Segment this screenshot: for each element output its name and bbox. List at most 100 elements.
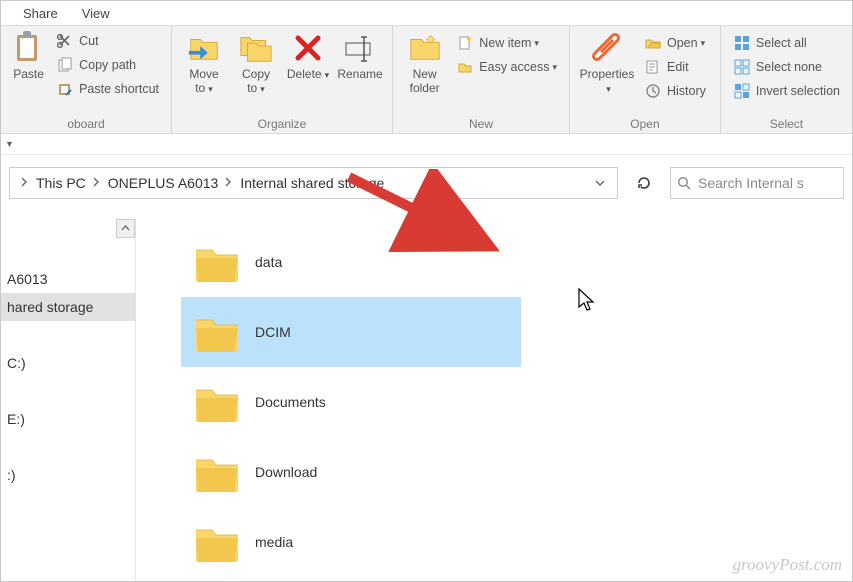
folder-item[interactable]: Documents [181,367,521,437]
ribbon-group-open: Properties▾ Open▾ Edit [570,26,721,133]
search-icon [677,176,692,191]
folder-label: media [255,534,293,550]
ribbon-tabs: Share View [1,1,852,25]
chevron-right-icon[interactable] [19,177,31,189]
copy-path-icon [56,56,74,74]
select-all-button[interactable]: Select all [727,31,846,55]
select-none-label: Select none [756,60,822,74]
tree-node-device[interactable]: A6013 [1,265,135,293]
history-button[interactable]: History [638,79,712,103]
rename-icon [343,31,377,65]
quick-access-subbar: ▼ [1,134,852,155]
chevron-down-icon[interactable]: ▼ [5,139,14,149]
explorer-body: A6013 hared storage C:) E:) :) data [1,219,852,581]
ribbon-group-new: Newfolder New item▾ Easy access▾ [393,26,570,133]
tree-node-drive[interactable]: :) [1,461,135,489]
properties-button[interactable]: Properties▾ [576,29,638,96]
history-icon [644,82,662,100]
open-icon [644,34,662,52]
easy-access-icon [456,58,474,76]
delete-label: Delete▾ [287,67,329,82]
folder-item[interactable]: mipush [181,577,521,581]
scroll-up-button[interactable] [116,219,135,238]
edit-button[interactable]: Edit [638,55,712,79]
file-list[interactable]: data DCIM Documents Downlo [136,219,852,581]
select-group-label: Select [727,115,846,132]
chevron-right-icon[interactable] [91,177,103,189]
rename-label: Rename [337,67,382,81]
open-group-label: Open [576,115,714,132]
file-explorer-window: Share View Paste Cut [0,0,853,582]
tree-node-c-drive[interactable]: C:) [1,349,135,377]
paste-shortcut-button[interactable]: Paste shortcut [50,77,165,101]
paste-shortcut-icon [56,80,74,98]
open-button[interactable]: Open▾ [638,31,712,55]
tab-share[interactable]: Share [11,3,70,25]
edit-icon [644,58,662,76]
tree-node-storage[interactable]: hared storage [1,293,135,321]
paste-icon [12,31,46,65]
paste-label: Paste [13,67,44,81]
copy-path-label: Copy path [79,58,136,72]
invert-selection-label: Invert selection [756,84,840,98]
cut-button[interactable]: Cut [50,29,165,53]
copy-to-label: Copyto▾ [242,67,270,96]
easy-access-button[interactable]: Easy access▾ [450,55,563,79]
tree-empty-row [1,377,135,405]
ribbon-group-select: Select all Select none Invert selection [721,26,852,133]
folder-label: data [255,254,282,270]
easy-access-label: Easy access [479,60,549,74]
ribbon-group-clipboard: Paste Cut Copy path [1,26,172,133]
ribbon-group-organize: Moveto▾ Copyto▾ Delete▾ [172,26,393,133]
new-item-label: New item [479,36,531,50]
folder-icon [191,306,243,358]
breadcrumb-device[interactable]: ONEPLUS A6013 [106,175,221,191]
folder-item[interactable]: DCIM [181,297,521,367]
new-item-button[interactable]: New item▾ [450,31,563,55]
tree-empty-row [1,321,135,349]
rename-button[interactable]: Rename [334,29,386,81]
move-to-button[interactable]: Moveto▾ [178,29,230,96]
open-label: Open [667,36,698,50]
navigation-tree[interactable]: A6013 hared storage C:) E:) :) [1,219,136,581]
folder-item[interactable]: media [181,507,521,577]
breadcrumb-storage[interactable]: Internal shared storage [238,175,386,191]
select-none-icon [733,58,751,76]
tab-view[interactable]: View [70,3,122,25]
new-item-icon [456,34,474,52]
search-placeholder: Search Internal s [698,175,804,191]
organize-group-label: Organize [178,115,386,132]
move-to-label: Moveto▾ [189,67,218,96]
folder-icon [191,236,243,288]
clipboard-group-label: oboard [7,115,165,132]
watermark: groovyPost.com [733,555,842,575]
search-box[interactable]: Search Internal s [670,167,844,199]
new-folder-label: Newfolder [410,67,440,95]
invert-selection-button[interactable]: Invert selection [727,79,846,103]
address-bar[interactable]: This PC ONEPLUS A6013 Internal shared st… [9,167,618,199]
delete-icon [291,31,325,65]
chevron-right-icon[interactable] [223,177,235,189]
select-none-button[interactable]: Select none [727,55,846,79]
address-row: This PC ONEPLUS A6013 Internal shared st… [1,155,852,209]
refresh-button[interactable] [628,168,660,198]
address-dropdown[interactable] [589,178,611,188]
edit-label: Edit [667,60,689,74]
new-folder-button[interactable]: Newfolder [399,29,450,95]
new-folder-icon [408,31,442,65]
folder-item[interactable]: data [181,227,521,297]
select-all-label: Select all [756,36,807,50]
folder-label: Download [255,464,317,480]
paste-button[interactable]: Paste [7,29,50,81]
copy-to-button[interactable]: Copyto▾ [230,29,282,96]
breadcrumb-this-pc[interactable]: This PC [34,175,88,191]
properties-icon [590,31,624,65]
copy-to-icon [239,31,273,65]
folder-icon [191,516,243,568]
history-label: History [667,84,706,98]
tree-node-e-drive[interactable]: E:) [1,405,135,433]
folder-item[interactable]: Download [181,437,521,507]
copy-path-button[interactable]: Copy path [50,53,165,77]
delete-button[interactable]: Delete▾ [282,29,334,82]
paste-shortcut-label: Paste shortcut [79,82,159,96]
